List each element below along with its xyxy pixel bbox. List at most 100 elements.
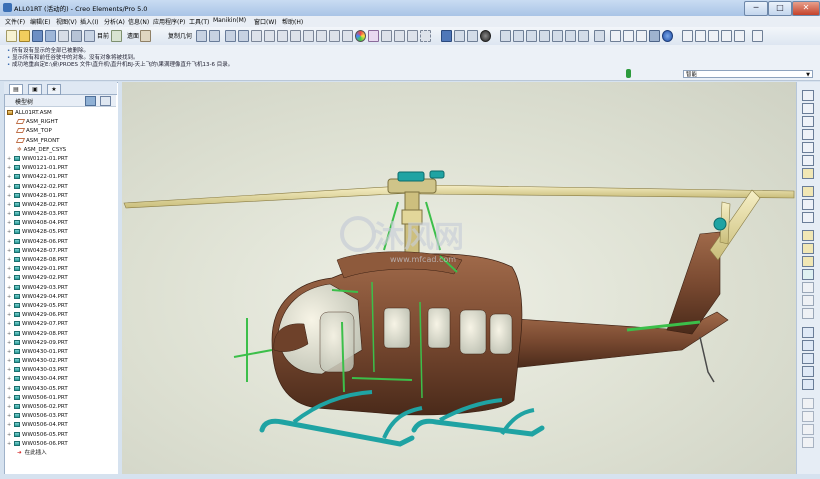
datum-plane-icon[interactable] (682, 30, 693, 42)
tree-part-row[interactable]: + WW0429-05.PRT (7, 302, 115, 311)
insert-here-marker[interactable]: ➜ 在此插入 (7, 449, 115, 458)
tree-part-row[interactable]: + WW0506-02.PRT (7, 403, 115, 412)
tree-part-row[interactable]: + WW0428-08.PRT (7, 256, 115, 265)
tree-columns-icon[interactable] (100, 96, 111, 106)
expand-icon[interactable]: + (7, 247, 14, 256)
expand-icon[interactable]: + (7, 284, 14, 293)
new-file-icon[interactable] (6, 30, 17, 42)
tree-root[interactable]: ALL01RT.ASM (7, 109, 115, 118)
tree-part-row[interactable]: + WW0429-01.PRT (7, 265, 115, 274)
expand-icon[interactable]: + (7, 164, 14, 173)
regenerate-label[interactable]: 目前 (97, 31, 109, 40)
tree-part-row[interactable]: + WW0428-06.PRT (7, 238, 115, 247)
menu-view[interactable]: 视图(V) (56, 17, 77, 26)
expand-icon[interactable]: + (7, 219, 14, 228)
tree-part-row[interactable]: + WW0429-08.PRT (7, 330, 115, 339)
tree-part-row[interactable]: + WW0429-06.PRT (7, 311, 115, 320)
shading-icon[interactable] (480, 30, 491, 42)
tree-datum[interactable]: ASM_FRONT (7, 137, 115, 146)
binoculars-icon[interactable] (407, 30, 418, 42)
redo-icon[interactable] (209, 30, 220, 42)
trim-icon[interactable] (802, 398, 814, 409)
expand-icon[interactable]: + (7, 431, 14, 440)
text-icon[interactable] (381, 30, 392, 42)
csys-icon[interactable] (721, 30, 732, 42)
tree-part-row[interactable]: + WW0429-09.PRT (7, 339, 115, 348)
tree-datum[interactable]: ASM_TOP (7, 127, 115, 136)
menu-window[interactable]: 窗口(W) (254, 17, 277, 26)
expand-icon[interactable]: + (7, 394, 14, 403)
tree-part-row[interactable]: + WW0506-05.PRT (7, 431, 115, 440)
expand-icon[interactable]: + (7, 302, 14, 311)
menu-manikin[interactable]: Manikin(M) (213, 17, 246, 24)
delete-icon[interactable] (290, 30, 301, 42)
expand-icon[interactable]: + (7, 201, 14, 210)
minimize-button[interactable]: ─ (744, 1, 768, 16)
undo-arrow-icon[interactable] (225, 30, 236, 42)
open-folder-icon[interactable] (19, 30, 30, 42)
tree-part-row[interactable]: + WW0408-04.PRT (7, 219, 115, 228)
datum-plane-icon[interactable] (802, 103, 814, 114)
expand-icon[interactable]: + (7, 421, 14, 430)
favorites-tab[interactable]: ★ (47, 84, 61, 95)
menu-insert[interactable]: 插入(I) (80, 17, 98, 26)
shaded-icon[interactable] (649, 30, 660, 42)
refit-icon[interactable] (441, 30, 452, 42)
model-icon[interactable] (329, 30, 340, 42)
table-icon[interactable] (303, 30, 314, 42)
repaint-icon[interactable] (594, 30, 605, 42)
zoom-in-icon[interactable] (513, 30, 524, 42)
extrude-icon[interactable] (802, 230, 814, 241)
tree-part-row[interactable]: + WW0429-04.PRT (7, 293, 115, 302)
expand-icon[interactable]: + (7, 311, 14, 320)
model-tree-tab[interactable]: ▤ (9, 84, 23, 95)
expand-icon[interactable]: + (7, 256, 14, 265)
wireframe-icon[interactable] (610, 30, 621, 42)
paste-special-icon[interactable] (277, 30, 288, 42)
csys-icon[interactable] (802, 155, 814, 166)
expand-icon[interactable]: + (7, 155, 14, 164)
orient-icon[interactable] (454, 30, 465, 42)
tree-part-row[interactable]: + WW0121-01.PRT (7, 164, 115, 173)
axis-icon[interactable] (802, 116, 814, 127)
copy-geometry-label[interactable]: 复制几何 (168, 31, 192, 40)
point-icon[interactable] (802, 142, 814, 153)
expand-icon[interactable]: + (7, 228, 14, 237)
expand-icon[interactable]: + (7, 357, 14, 366)
display-style-icon[interactable] (662, 30, 673, 42)
tree-part-row[interactable]: + WW0429-03.PRT (7, 284, 115, 293)
tree-part-row[interactable]: + WW0506-06.PRT (7, 440, 115, 449)
offset-icon[interactable] (802, 424, 814, 435)
layers-icon[interactable] (578, 30, 589, 42)
revolve-icon[interactable] (802, 243, 814, 254)
expand-icon[interactable]: + (7, 385, 14, 394)
merge-icon[interactable] (802, 379, 814, 390)
tree-part-row[interactable]: + WW0430-05.PRT (7, 385, 115, 394)
expand-icon[interactable]: + (7, 412, 14, 421)
dropdown-icon[interactable] (111, 30, 122, 42)
datum-point-icon[interactable] (708, 30, 719, 42)
tree-part-row[interactable]: + WW0429-07.PRT (7, 320, 115, 329)
tree-part-row[interactable]: + WW0428-05.PRT (7, 228, 115, 237)
tree-settings-icon[interactable] (85, 96, 96, 106)
expand-icon[interactable]: + (7, 192, 14, 201)
tree-part-row[interactable]: + WW0506-03.PRT (7, 412, 115, 421)
curve-icon[interactable] (802, 129, 814, 140)
menu-edit[interactable]: 编辑(E) (30, 17, 50, 26)
sweep-icon[interactable] (802, 256, 814, 267)
create-icon[interactable] (802, 199, 814, 210)
close-button[interactable]: ✕ (792, 1, 820, 16)
expand-icon[interactable]: + (7, 173, 14, 182)
tree-part-row[interactable]: + WW0506-04.PRT (7, 421, 115, 430)
tree-part-row[interactable]: + WW0428-01.PRT (7, 192, 115, 201)
expand-icon[interactable]: + (7, 320, 14, 329)
component-icon[interactable] (802, 186, 814, 197)
zoom-out-icon[interactable] (526, 30, 537, 42)
undo-icon[interactable] (196, 30, 207, 42)
paste-icon[interactable] (264, 30, 275, 42)
selection-filter-select[interactable]: 智能 ▼ (683, 70, 813, 78)
email-icon[interactable] (84, 30, 95, 42)
fit-icon[interactable] (539, 30, 550, 42)
tree-part-row[interactable]: + WW0422-02.PRT (7, 183, 115, 192)
print-icon[interactable] (58, 30, 69, 42)
